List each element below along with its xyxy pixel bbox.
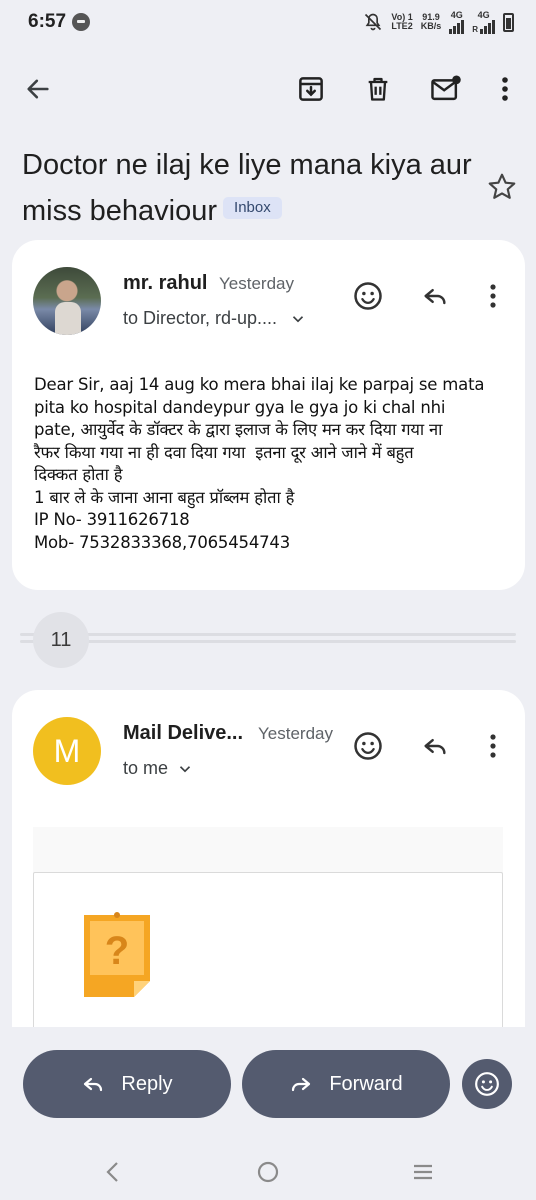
forward-label: Forward [329, 1072, 403, 1095]
top-toolbar [0, 62, 536, 116]
reply-button[interactable] [417, 278, 453, 314]
signal-bars-icon [449, 19, 465, 34]
status-time: 6:57 [28, 11, 91, 33]
star-outline-icon [488, 173, 516, 199]
back-button[interactable] [19, 70, 57, 108]
reply-icon [424, 738, 446, 755]
mark-unread-button[interactable] [427, 70, 465, 108]
reply-label: Reply [121, 1072, 173, 1095]
speed-unit: KB/s [420, 21, 442, 31]
add-reaction-button[interactable] [350, 728, 386, 764]
nav-back-icon [106, 1162, 118, 1182]
more-vert-icon [490, 734, 496, 758]
signal-2-label: 4G [477, 9, 490, 20]
svg-text:?: ? [105, 929, 129, 973]
sender-name: Mail Delive... [123, 722, 244, 744]
message-notification-icon [72, 13, 91, 31]
volte-bottom: LTE2 [391, 21, 413, 31]
volte-indicator: Vo) 1 LTE2 [391, 13, 412, 31]
mute-icon [365, 13, 382, 31]
chevron-down-icon [292, 315, 304, 322]
more-vert-icon [502, 77, 508, 101]
nav-back-button[interactable] [98, 1157, 128, 1187]
sender-name: mr. rahul [123, 272, 208, 294]
body-line: रैफर किया गया ना ही दवा दिया गया इतना दू… [34, 442, 414, 462]
recipients-toggle[interactable]: to Director, rd-up.... [123, 308, 307, 329]
collapsed-count-badge[interactable]: 11 [33, 612, 89, 668]
status-indicators: Vo) 1 LTE2 91.9 KB/s 4G 4G R [363, 9, 514, 34]
signal-1-label: 4G [450, 9, 463, 20]
star-button[interactable] [486, 171, 518, 203]
message-card: M Mail Delive... Yesterday to me ? [12, 690, 525, 1057]
emoji-icon [475, 1072, 499, 1096]
message-content-box: ? [33, 872, 503, 1052]
reply-icon [84, 1077, 103, 1092]
unknown-image-icon: ? [84, 912, 150, 997]
status-bar: 6:57 Vo) 1 LTE2 91.9 KB/s 4G 4G R [0, 0, 536, 44]
nav-recents-button[interactable] [408, 1157, 438, 1187]
sender-avatar[interactable]: M [33, 717, 101, 785]
mail-unread-icon [431, 75, 461, 101]
message-time: Yesterday [219, 274, 294, 293]
inbox-label-chip[interactable]: Inbox [223, 197, 282, 220]
nav-home-icon [257, 1161, 279, 1183]
speed-indicator: 91.9 KB/s [421, 13, 442, 31]
forward-icon [292, 1077, 311, 1092]
body-line: Mob- 7532833368,7065454743 [34, 532, 291, 552]
archive-icon [299, 77, 323, 101]
sender-avatar[interactable] [33, 267, 101, 335]
reply-icon [424, 288, 446, 305]
recipients-text: to me [123, 758, 169, 778]
more-options-button[interactable] [486, 70, 524, 108]
recipients-text: to Director, rd-up.... [123, 308, 278, 328]
nav-home-button[interactable] [253, 1157, 283, 1187]
body-line: pita ko hospital dandeypur gya le gya jo… [34, 397, 446, 417]
signal-bars-icon: R [472, 19, 495, 34]
bottom-action-bar: Reply Forward [0, 1027, 536, 1147]
body-line: 1 बार ले के जाना आना बहुत प्रॉब्लम होता … [34, 487, 295, 507]
archive-button[interactable] [292, 70, 330, 108]
message-card: mr. rahul Yesterday to Director, rd-up..… [12, 240, 525, 590]
roaming-label: R [472, 24, 478, 34]
reply-all-button[interactable]: Reply [23, 1050, 231, 1118]
emoji-icon [354, 282, 382, 310]
clock: 6:57 [28, 11, 67, 32]
message-body: Dear Sir, aaj 14 aug ko mera bhai ilaj k… [34, 374, 514, 554]
signal-2: 4G R [472, 9, 495, 34]
collapsed-messages[interactable]: 11 [0, 612, 536, 668]
system-nav-bar [0, 1147, 536, 1200]
collapsed-divider [20, 633, 516, 647]
body-line: IP No- 3911626718 [34, 510, 190, 529]
forward-button[interactable]: Forward [242, 1050, 450, 1118]
arrow-left-icon [27, 79, 49, 99]
delete-button[interactable] [359, 70, 397, 108]
email-subject: Doctor ne ilaj ke liye mana kiya aur mis… [22, 142, 482, 234]
react-button[interactable] [462, 1059, 512, 1109]
message-more-button[interactable] [475, 278, 511, 314]
recipients-toggle[interactable]: to me [123, 758, 194, 779]
message-time: Yesterday [258, 724, 333, 743]
signal-1: 4G [449, 9, 465, 34]
message-more-button[interactable] [475, 728, 511, 764]
more-vert-icon [490, 284, 496, 308]
body-line: pate, आयुर्वेद के डॉक्टर के द्वारा इलाज … [34, 420, 443, 439]
body-line: दिक्कत होता है [34, 465, 123, 484]
battery-icon [503, 12, 514, 32]
add-reaction-button[interactable] [350, 278, 386, 314]
trash-icon [368, 77, 388, 101]
emoji-icon [354, 732, 382, 760]
chevron-down-icon [179, 765, 191, 772]
body-line: Dear Sir, aaj 14 aug ko mera bhai ilaj k… [34, 375, 485, 394]
nav-menu-icon [414, 1164, 432, 1180]
reply-button[interactable] [417, 728, 453, 764]
